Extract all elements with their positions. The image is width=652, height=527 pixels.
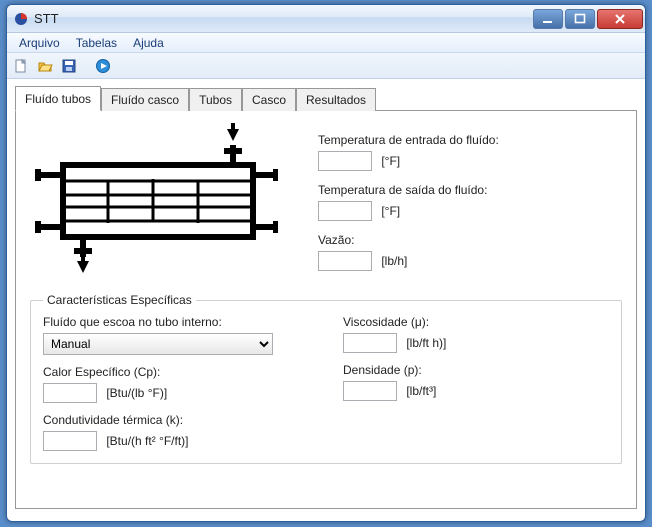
menubar: Arquivo Tabelas Ajuda bbox=[7, 33, 645, 53]
fluido-select[interactable]: Manual bbox=[43, 333, 273, 355]
temp-out-unit: [°F] bbox=[381, 204, 400, 218]
temp-in-input[interactable] bbox=[318, 151, 372, 171]
content-area: Fluído tubos Fluído casco Tubos Casco Re… bbox=[7, 79, 645, 517]
minimize-button[interactable] bbox=[533, 9, 563, 29]
temp-in-label: Temperatura de entrada do fluído: bbox=[318, 133, 624, 147]
k-unit: [Btu/(h ft² °F/ft)] bbox=[106, 434, 188, 448]
temp-out-input[interactable] bbox=[318, 201, 372, 221]
titlebar[interactable]: STT bbox=[7, 5, 645, 33]
k-label: Condutividade térmica (k): bbox=[43, 413, 283, 427]
vazao-unit: [lb/h] bbox=[381, 254, 407, 268]
tab-fluido-tubos[interactable]: Fluído tubos bbox=[15, 86, 101, 111]
tab-tubos[interactable]: Tubos bbox=[189, 88, 242, 111]
app-icon bbox=[13, 11, 29, 27]
maximize-button[interactable] bbox=[565, 9, 595, 29]
visc-input[interactable] bbox=[343, 333, 397, 353]
tabpage-fluido-tubos: Temperatura de entrada do fluído: [°F] T… bbox=[15, 111, 637, 509]
vazao-label: Vazão: bbox=[318, 233, 624, 247]
cp-unit: [Btu/(lb °F)] bbox=[106, 386, 167, 400]
app-window: STT Arquivo Tabelas Ajuda F bbox=[6, 4, 646, 522]
visc-label: Viscosidade (μ): bbox=[343, 315, 446, 329]
dens-label: Densidade (p): bbox=[343, 363, 446, 377]
tab-casco[interactable]: Casco bbox=[242, 88, 296, 111]
menu-arquivo[interactable]: Arquivo bbox=[11, 34, 68, 52]
save-icon[interactable] bbox=[59, 56, 79, 76]
cp-label: Calor Específico (Cp): bbox=[43, 365, 283, 379]
tabstrip: Fluído tubos Fluído casco Tubos Casco Re… bbox=[15, 87, 637, 111]
menu-tabelas[interactable]: Tabelas bbox=[68, 34, 125, 52]
vazao-input[interactable] bbox=[318, 251, 372, 271]
temp-in-unit: [°F] bbox=[381, 154, 400, 168]
dens-input[interactable] bbox=[343, 381, 397, 401]
visc-unit: [lb/ft h)] bbox=[406, 336, 446, 350]
menu-ajuda[interactable]: Ajuda bbox=[125, 34, 172, 52]
toolbar bbox=[7, 53, 645, 79]
close-button[interactable] bbox=[597, 9, 643, 29]
fluido-label: Fluído que escoa no tubo interno: bbox=[43, 315, 283, 329]
caracteristicas-group: Características Específicas Fluído que e… bbox=[30, 293, 622, 464]
temp-out-label: Temperatura de saída do fluído: bbox=[318, 183, 624, 197]
tab-fluido-casco[interactable]: Fluído casco bbox=[101, 88, 189, 111]
group-legend: Características Específicas bbox=[43, 293, 196, 307]
k-input[interactable] bbox=[43, 431, 97, 451]
cp-input[interactable] bbox=[43, 383, 97, 403]
tab-resultados[interactable]: Resultados bbox=[296, 88, 376, 111]
new-file-icon[interactable] bbox=[11, 56, 31, 76]
window-title: STT bbox=[34, 11, 59, 26]
heat-exchanger-diagram bbox=[28, 123, 278, 273]
dens-unit: [lb/ft³] bbox=[406, 384, 436, 398]
open-folder-icon[interactable] bbox=[35, 56, 55, 76]
run-icon[interactable] bbox=[93, 56, 113, 76]
